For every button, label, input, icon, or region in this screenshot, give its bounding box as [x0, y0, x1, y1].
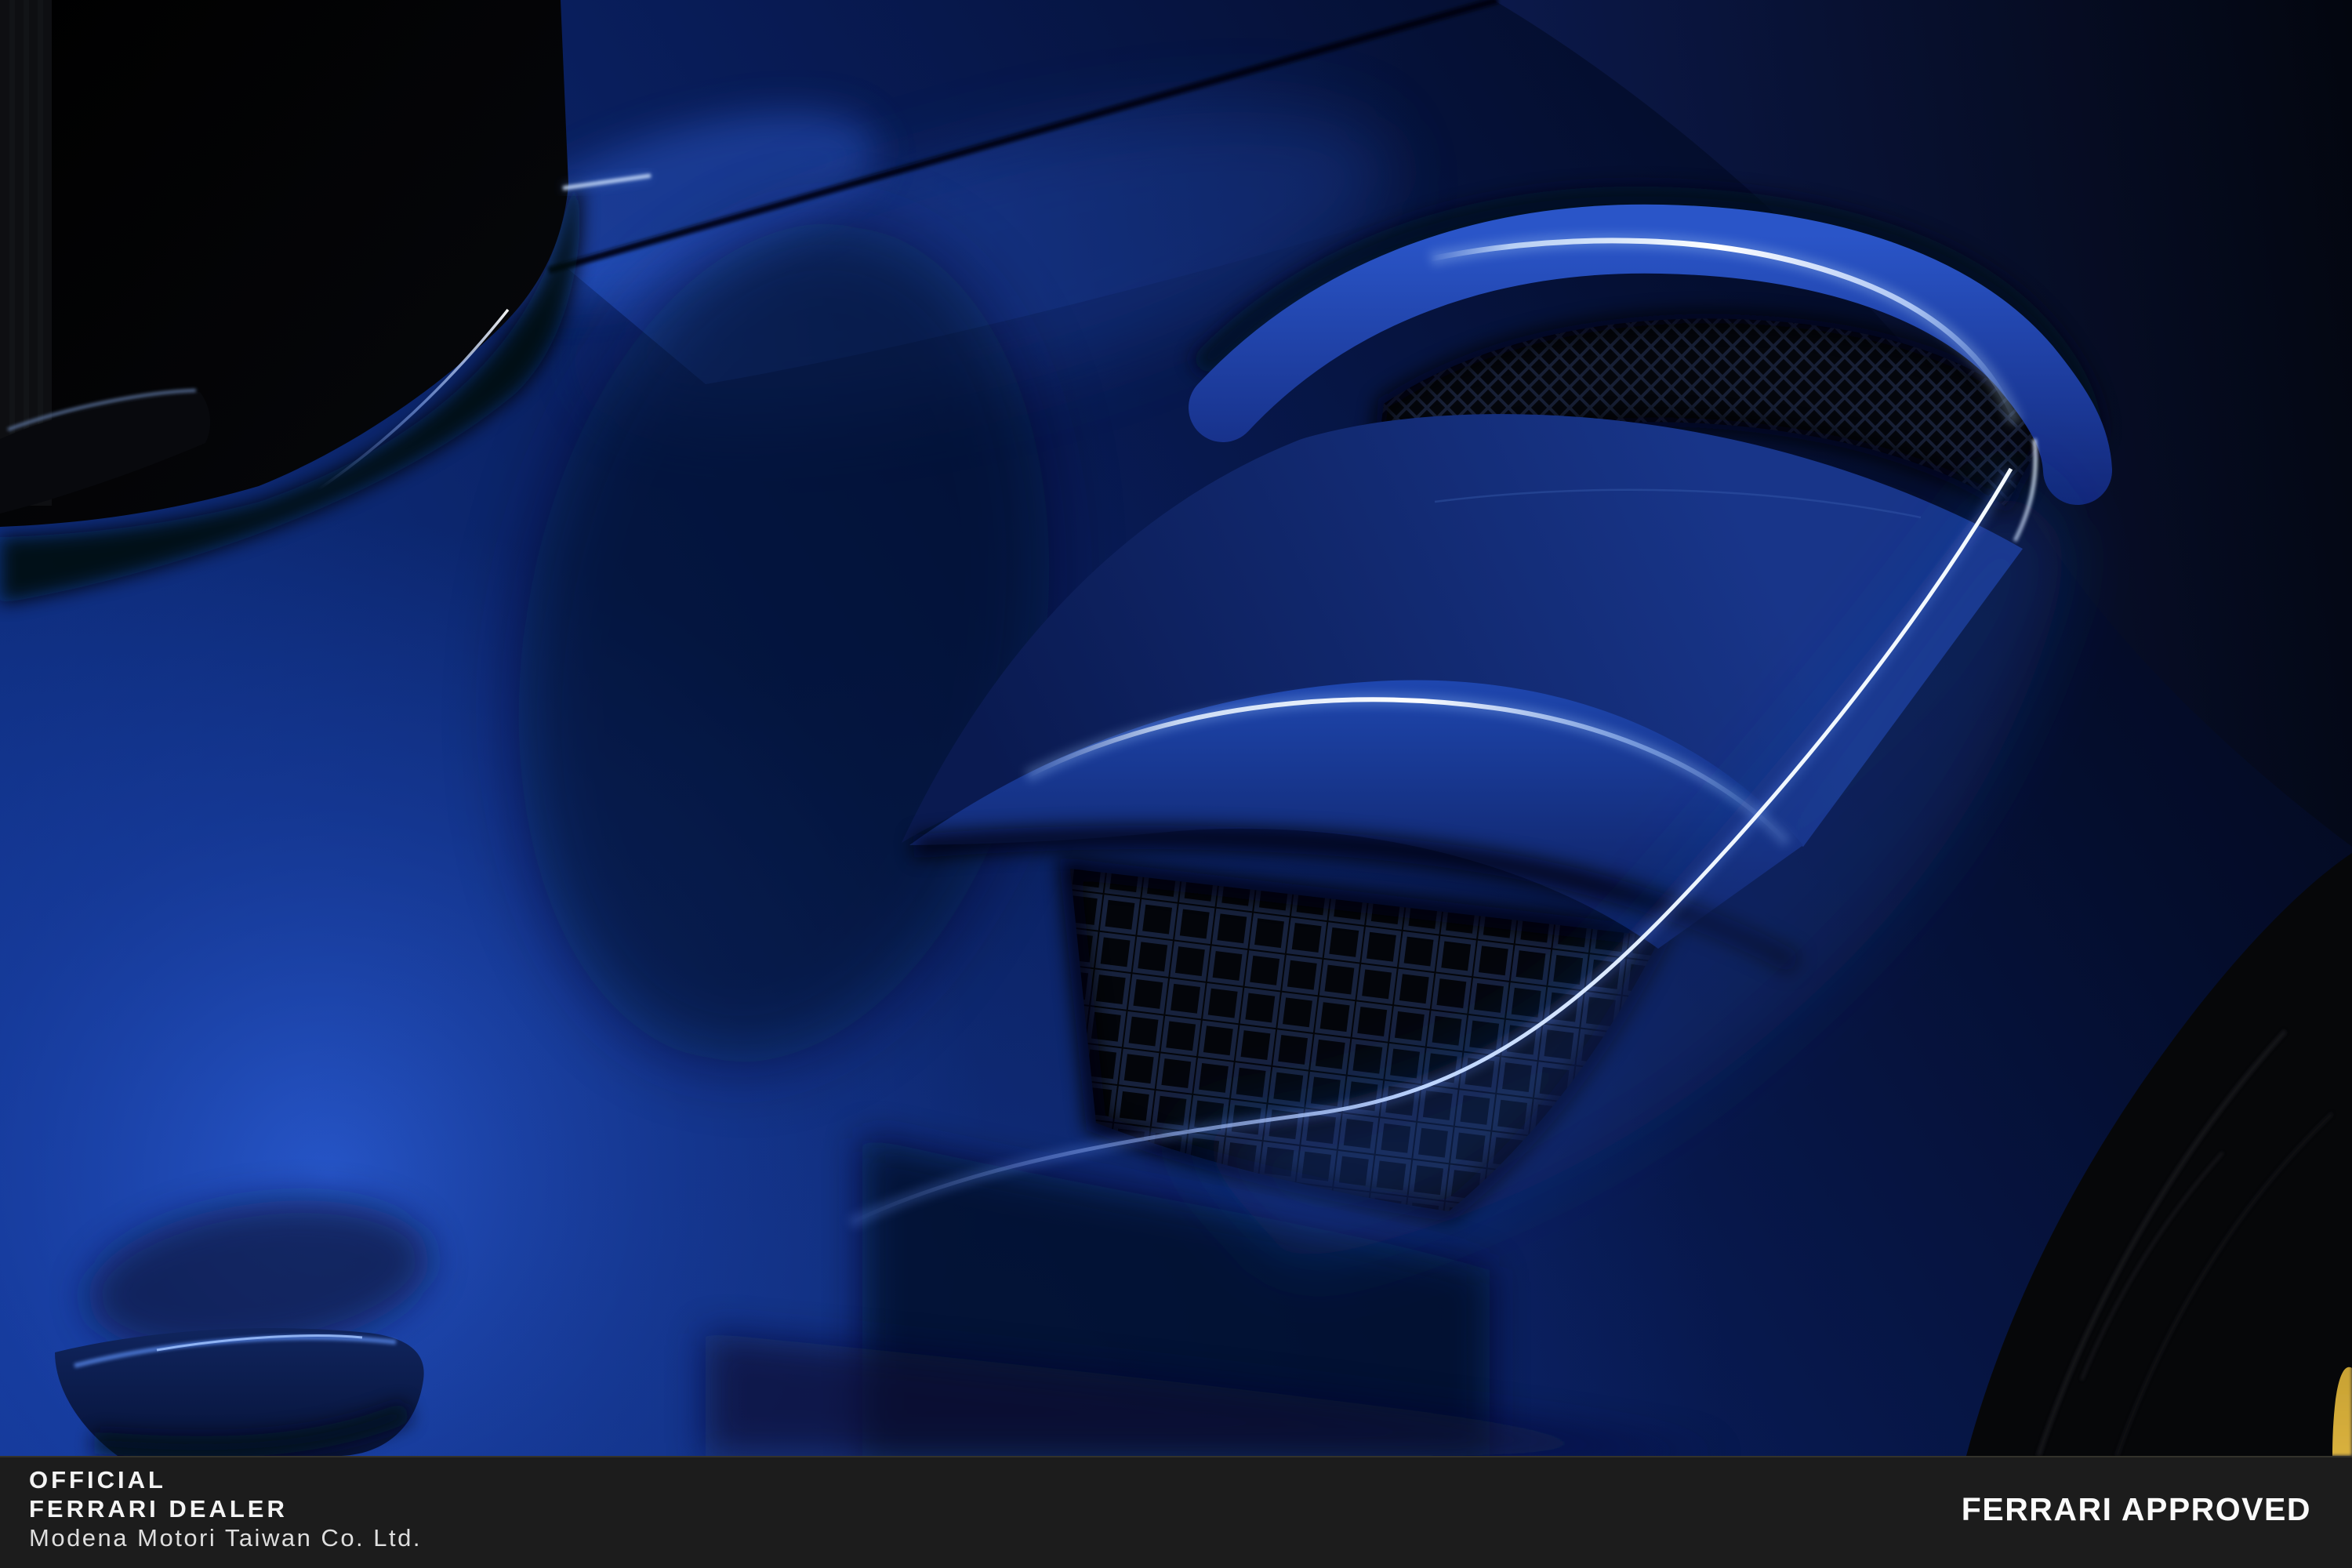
- dealer-info-block: OFFICIAL FERRARI DEALER Modena Motori Ta…: [29, 1465, 422, 1552]
- dealer-footer-bar: OFFICIAL FERRARI DEALER Modena Motori Ta…: [0, 1456, 2352, 1568]
- ferrari-approved-label: FERRARI APPROVED: [1962, 1492, 2311, 1526]
- car-photo-svg: [0, 0, 2352, 1456]
- car-photo: [0, 0, 2352, 1456]
- dealer-promo-image: OFFICIAL FERRARI DEALER Modena Motori Ta…: [0, 0, 2352, 1568]
- dealer-line-ferrari-dealer: FERRARI DEALER: [29, 1494, 422, 1523]
- dealer-line-official: OFFICIAL: [29, 1465, 422, 1494]
- dealer-line-company-name: Modena Motori Taiwan Co. Ltd.: [29, 1523, 422, 1552]
